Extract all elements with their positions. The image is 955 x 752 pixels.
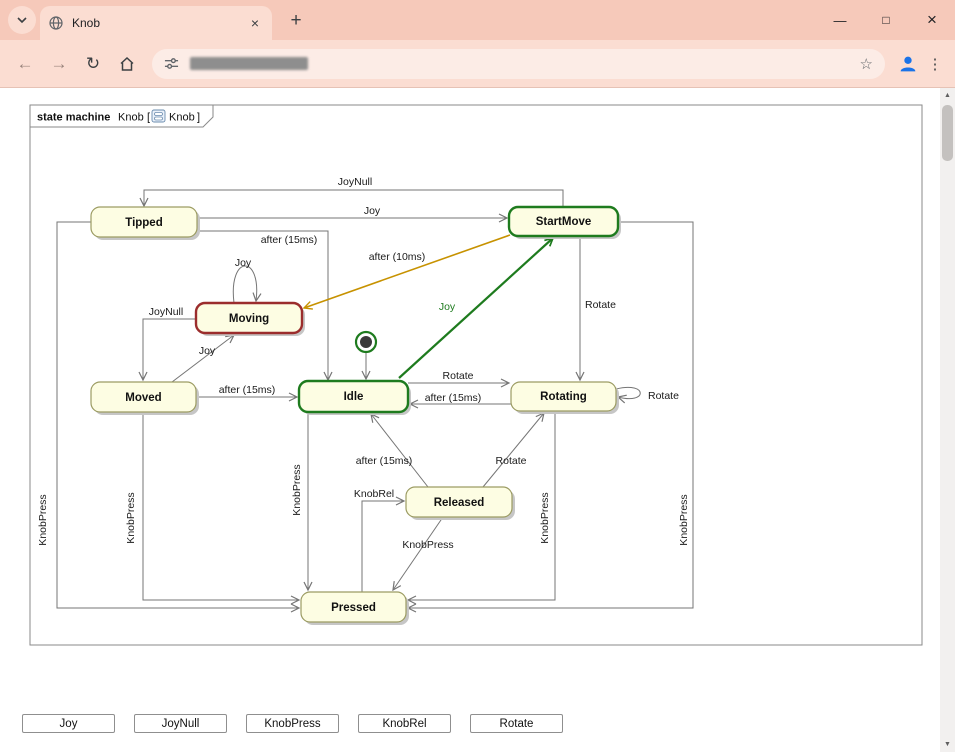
transition-label: Rotate [585, 299, 616, 311]
transition-label: Rotate [443, 370, 474, 382]
frame-keyword: state machine [37, 112, 110, 124]
frame-bracket-close: ] [197, 112, 200, 124]
close-button[interactable]: × [909, 0, 955, 40]
tab-search-button[interactable] [8, 6, 36, 34]
url-redacted [190, 57, 308, 70]
transition-label: KnobPress [678, 494, 690, 545]
transition-label: Rotate [496, 455, 527, 467]
maximize-button[interactable]: □ [863, 0, 909, 40]
state-name: Rotating [540, 391, 587, 403]
page-scrollbar[interactable]: ▲ ▼ [940, 88, 955, 752]
browser-menu-button[interactable]: ⋮ [923, 49, 947, 79]
frame-name: Knob [118, 112, 144, 124]
profile-button[interactable] [893, 49, 923, 79]
diagram-frame [30, 105, 922, 645]
transition-label: KnobPress [539, 492, 551, 543]
transition-label: JoyNull [149, 306, 183, 318]
forward-button[interactable]: → [44, 49, 74, 79]
window-controls: — □ × [817, 0, 955, 40]
joynull-button[interactable]: JoyNull [134, 714, 227, 733]
transition-label: after (15ms) [261, 234, 318, 246]
transition-label: Joy [235, 257, 252, 269]
state-name: Moved [125, 392, 161, 404]
state-machine-diagram: state machine Knob [ Knob ] JoyNull Joy … [0, 88, 940, 752]
transition-label: after (15ms) [219, 384, 276, 396]
tab-close-icon[interactable]: × [246, 14, 264, 32]
event-buttons: Joy JoyNull KnobPress KnobRel Rotate [22, 714, 563, 733]
state-moving: Moving [196, 303, 305, 336]
minimize-button[interactable]: — [817, 0, 863, 40]
scroll-up-icon[interactable]: ▲ [940, 88, 955, 103]
transition-label: after (15ms) [356, 455, 413, 467]
tab-knob[interactable]: Knob × [40, 6, 272, 40]
reload-button[interactable]: ↻ [78, 49, 108, 79]
bookmark-star-icon[interactable]: ☆ [860, 55, 873, 73]
browser-window: Knob × + — □ × ← → ↻ ☆ [0, 0, 955, 752]
page-content: state machine Knob [ Knob ] JoyNull Joy … [0, 88, 940, 752]
state-rotating: Rotating [511, 382, 619, 414]
transition-label: after (15ms) [425, 392, 482, 404]
state-tipped: Tipped [91, 207, 200, 240]
address-bar[interactable]: ☆ [152, 49, 885, 79]
globe-favicon-icon [48, 15, 64, 31]
state-name: Idle [344, 391, 364, 403]
state-pressed: Pressed [301, 592, 409, 625]
transition-label: Rotate [648, 390, 679, 402]
initial-state [356, 332, 376, 352]
chevron-down-icon [16, 14, 28, 26]
state-name: Tipped [125, 217, 162, 229]
transition-label: KnobPress [291, 464, 303, 515]
back-button[interactable]: ← [10, 49, 40, 79]
titlebar: Knob × + — □ × [0, 0, 955, 40]
state-startmove: StartMove [509, 207, 621, 239]
site-settings-icon[interactable] [164, 56, 179, 71]
transition-label: Joy [439, 301, 456, 313]
toolbar: ← → ↻ ☆ ⋮ [0, 40, 955, 88]
transition-label: Joy [199, 345, 216, 357]
scroll-down-icon[interactable]: ▼ [940, 737, 955, 752]
state-moved: Moved [91, 382, 199, 415]
tab-title: Knob [72, 16, 246, 30]
transition-label: KnobPress [402, 539, 453, 551]
state-name: StartMove [536, 216, 592, 228]
frame-bracket-open: [ [147, 112, 150, 124]
state-name: Pressed [331, 602, 376, 614]
state-name: Released [434, 497, 485, 509]
transition-label: KnobRel [354, 488, 394, 500]
knobpress-button[interactable]: KnobPress [246, 714, 339, 733]
transition-label: KnobPress [37, 494, 49, 545]
new-tab-button[interactable]: + [284, 9, 308, 33]
state-idle: Idle [299, 381, 411, 415]
home-icon [118, 55, 136, 73]
frame-param: Knob [169, 112, 195, 124]
state-released: Released [406, 487, 515, 520]
home-button[interactable] [112, 49, 142, 79]
rotate-button[interactable]: Rotate [470, 714, 563, 733]
transition-label: JoyNull [338, 176, 372, 188]
knobrel-button[interactable]: KnobRel [358, 714, 451, 733]
state-name: Moving [229, 313, 269, 325]
person-icon [897, 53, 919, 75]
joy-button[interactable]: Joy [22, 714, 115, 733]
transition-label: Joy [364, 205, 381, 217]
statechart-icon [152, 110, 165, 122]
transition-label: after (10ms) [369, 251, 426, 263]
transition-label: KnobPress [125, 492, 137, 543]
scrollbar-thumb[interactable] [942, 105, 953, 161]
